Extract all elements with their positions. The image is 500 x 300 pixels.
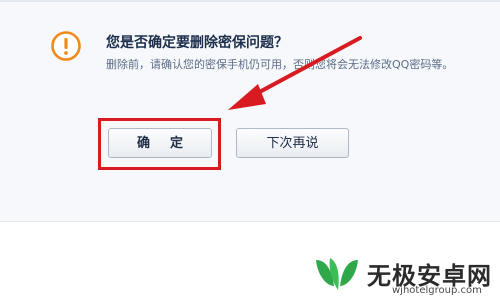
site-watermark: 无极安卓网 wjhotelgroup.com (312, 250, 500, 298)
watermark-url: wjhotelgroup.com (392, 285, 482, 296)
later-button[interactable]: 下次再说 (236, 128, 349, 158)
dialog-message: 删除前，请确认您的密保手机仍可用，否则您将会无法修改QQ密码等。 (106, 58, 454, 71)
dialog-top-border (0, 0, 500, 2)
dialog-title: 您是否确定要删除密保问题？ (106, 35, 288, 51)
w-leaf-logo-icon (316, 258, 358, 290)
dialog-bottom-border (0, 221, 500, 222)
exclamation-warning-icon (51, 31, 81, 61)
confirm-highlight-box (98, 118, 221, 170)
confirm-dialog: 您是否确定要删除密保问题？ 删除前，请确认您的密保手机仍可用，否则您将会无法修改… (0, 0, 500, 222)
